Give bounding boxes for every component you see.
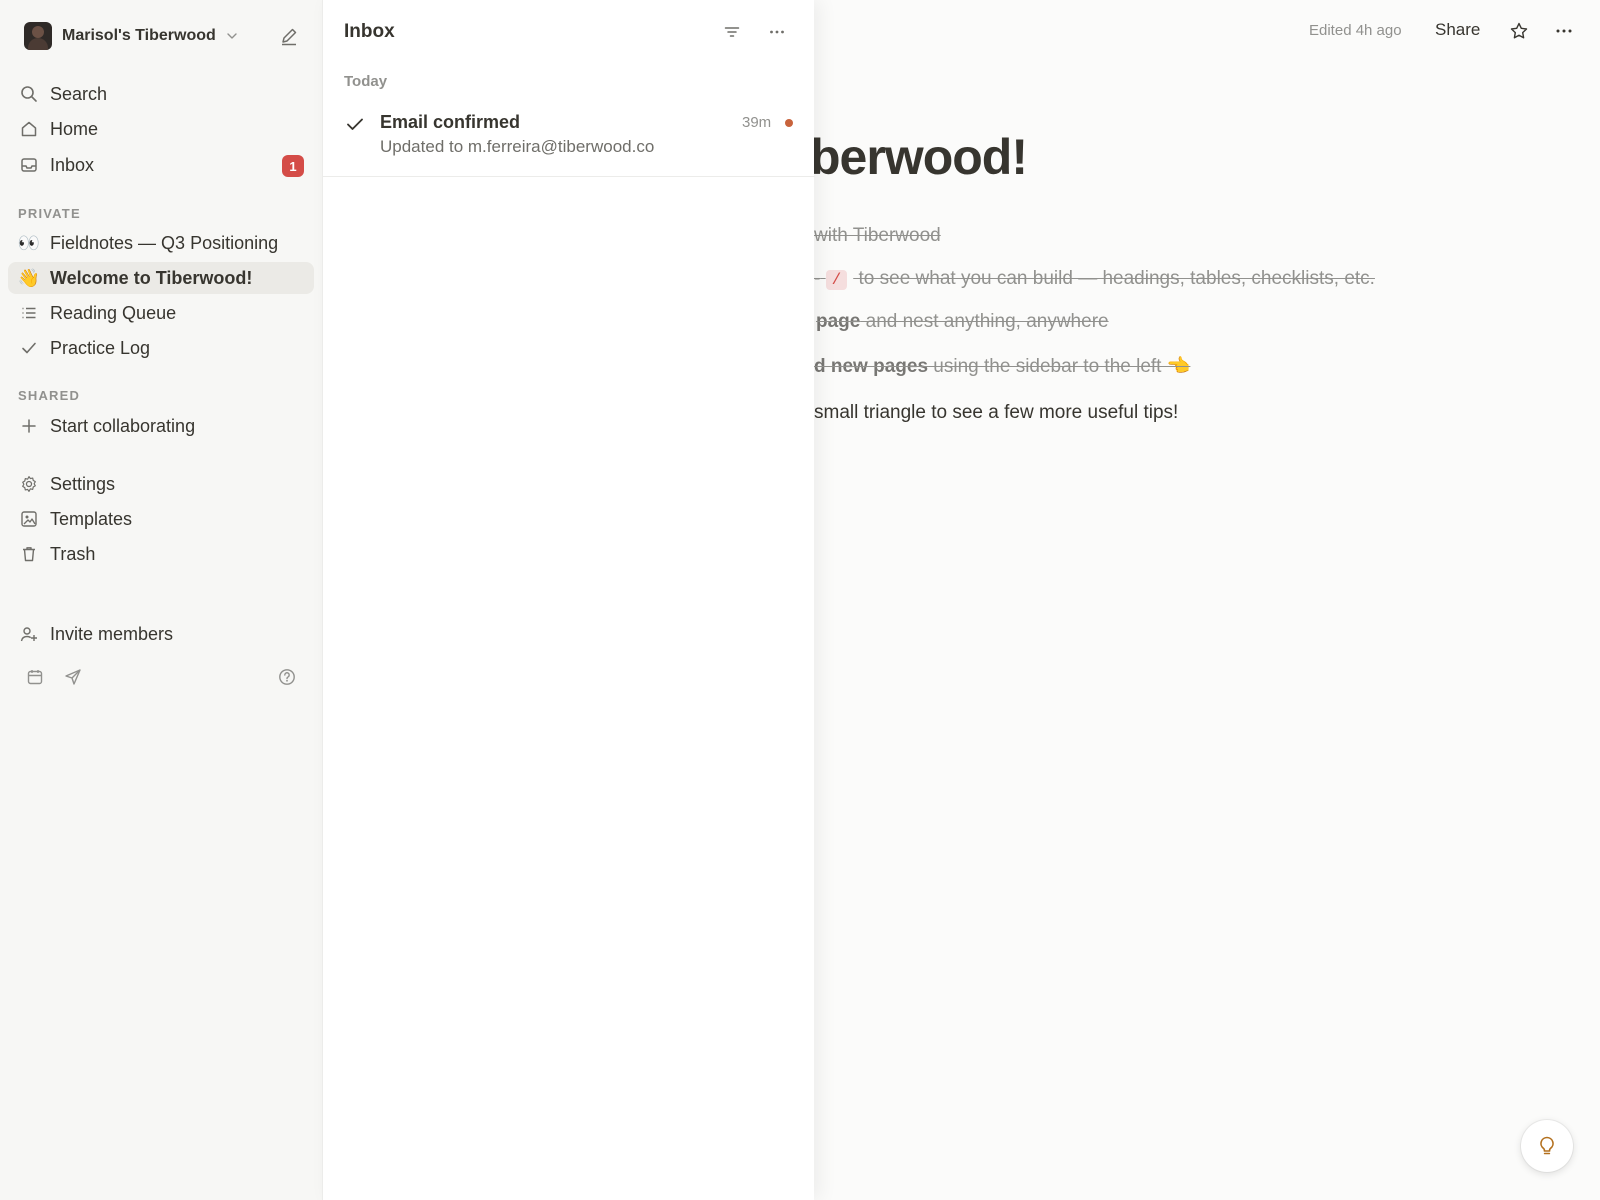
page-emoji: 👀 bbox=[17, 233, 41, 253]
sidebar-footer bbox=[26, 668, 296, 688]
sidebar-item-label: Practice Log bbox=[50, 337, 151, 358]
plus-icon bbox=[20, 417, 38, 435]
group-label-today: Today bbox=[344, 73, 388, 90]
workspace-name: Marisol's Tiberwood bbox=[62, 27, 216, 44]
page-content: Edited 4h ago Share berwood! with Tiberw… bbox=[814, 0, 1600, 1200]
section-label-private: PRIVATE bbox=[18, 206, 81, 221]
sidebar-item-label: Settings bbox=[50, 473, 116, 494]
lightbulb-icon bbox=[1536, 1135, 1558, 1157]
unread-dot bbox=[785, 119, 793, 127]
page-title: berwood! bbox=[814, 129, 1028, 185]
templates-icon bbox=[20, 510, 38, 528]
invite-members-button[interactable]: Invite members bbox=[8, 618, 314, 650]
todo-item: d new pages using the sidebar to the lef… bbox=[814, 354, 1190, 378]
sidebar-item-label: Invite members bbox=[50, 623, 174, 644]
todo-item: page and nest anything, anywhere bbox=[816, 311, 1109, 333]
tips-button[interactable] bbox=[1521, 1120, 1573, 1172]
chevron-down-icon bbox=[226, 30, 238, 42]
tip-text: small triangle to see a few more useful … bbox=[814, 402, 1179, 423]
sidebar-item-label: Start collaborating bbox=[50, 415, 196, 436]
todo-text: and nest anything, anywhere bbox=[860, 311, 1109, 332]
workspace-avatar bbox=[24, 22, 52, 50]
sidebar-item-trash[interactable]: Trash bbox=[8, 538, 314, 570]
help-icon[interactable] bbox=[278, 668, 296, 686]
checkmark-icon bbox=[345, 114, 365, 134]
todo-item: - / to see what you can build — headings… bbox=[814, 268, 1375, 290]
sidebar-item-home[interactable]: Home bbox=[8, 113, 314, 145]
send-icon[interactable] bbox=[64, 668, 82, 686]
sidebar-item-label: Welcome to Tiberwood! bbox=[50, 267, 253, 288]
notification-time: 39m bbox=[742, 114, 772, 131]
gear-icon bbox=[20, 475, 38, 493]
inline-code: / bbox=[825, 270, 848, 290]
sidebar-page-fieldnotes[interactable]: 👀 Fieldnotes — Q3 Positioning bbox=[8, 227, 314, 259]
todo-item: with Tiberwood bbox=[814, 225, 941, 247]
sidebar-item-label: Search bbox=[50, 83, 108, 104]
search-icon bbox=[20, 85, 38, 103]
sidebar-page-welcome[interactable]: 👋 Welcome to Tiberwood! bbox=[8, 262, 314, 294]
sidebar-page-reading-queue[interactable]: Reading Queue bbox=[8, 297, 314, 329]
page-emoji: 👋 bbox=[17, 268, 41, 288]
start-collaborating-button[interactable]: Start collaborating bbox=[8, 410, 314, 442]
more-options-icon[interactable] bbox=[768, 23, 786, 41]
filter-icon[interactable] bbox=[723, 23, 741, 41]
sidebar-item-inbox[interactable]: Inbox 1 bbox=[8, 149, 314, 181]
sidebar-item-label: Templates bbox=[50, 508, 133, 529]
trash-icon bbox=[20, 545, 38, 563]
sidebar-page-practice-log[interactable]: Practice Log bbox=[8, 332, 314, 364]
sidebar-item-label: Fieldnotes — Q3 Positioning bbox=[50, 232, 279, 253]
notification-item[interactable]: Email confirmed Updated to m.ferreira@ti… bbox=[323, 100, 815, 177]
list-icon bbox=[20, 304, 38, 322]
sidebar: Marisol's Tiberwood Search Home Inbox 1 … bbox=[0, 0, 322, 1200]
todo-text-bold: d new pages bbox=[814, 356, 929, 377]
new-page-icon[interactable] bbox=[279, 26, 299, 46]
add-person-icon bbox=[20, 625, 38, 643]
sidebar-item-label: Trash bbox=[50, 543, 96, 564]
inbox-panel: Inbox Today Email confirmed Updated to m… bbox=[322, 0, 815, 1200]
todo-text: with Tiberwood bbox=[814, 225, 941, 246]
more-options-icon[interactable] bbox=[1554, 21, 1574, 41]
inbox-title: Inbox bbox=[344, 21, 395, 42]
sidebar-item-label: Reading Queue bbox=[50, 302, 177, 323]
todo-text-prefix: - bbox=[814, 268, 821, 289]
sidebar-item-settings[interactable]: Settings bbox=[8, 468, 314, 500]
star-icon[interactable] bbox=[1509, 21, 1529, 41]
todo-text: to see what you can build — headings, ta… bbox=[858, 268, 1375, 289]
edited-timestamp: Edited 4h ago bbox=[1309, 22, 1402, 39]
workspace-switcher[interactable]: Marisol's Tiberwood bbox=[24, 20, 304, 52]
calendar-icon[interactable] bbox=[26, 668, 44, 686]
sidebar-item-templates[interactable]: Templates bbox=[8, 503, 314, 535]
todo-text: using the sidebar to the left 👈 bbox=[928, 356, 1191, 377]
notification-subtitle: Updated to m.ferreira@tiberwood.co bbox=[380, 137, 655, 156]
sidebar-item-label: Inbox bbox=[50, 154, 95, 175]
home-icon bbox=[20, 120, 38, 138]
inbox-icon bbox=[20, 156, 38, 174]
share-button[interactable]: Share bbox=[1435, 20, 1480, 40]
todo-text-bold: page bbox=[816, 311, 861, 332]
unread-count-badge: 1 bbox=[282, 155, 304, 177]
checkmark-icon bbox=[20, 339, 38, 357]
section-label-shared: SHARED bbox=[18, 388, 81, 403]
sidebar-item-label: Home bbox=[50, 118, 99, 139]
sidebar-item-search[interactable]: Search bbox=[8, 78, 314, 110]
notification-title: Email confirmed bbox=[380, 112, 521, 132]
